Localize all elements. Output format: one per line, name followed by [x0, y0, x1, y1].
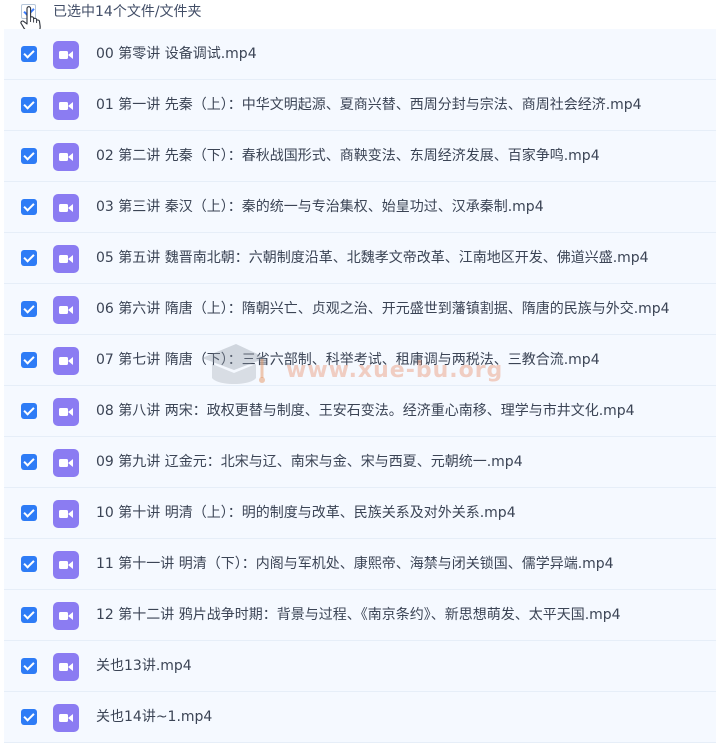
video-file-icon — [53, 398, 79, 426]
row-checkbox-checked[interactable] — [21, 556, 37, 572]
row-checkbox-checked[interactable] — [21, 454, 37, 470]
file-row[interactable]: 12 第十二讲 鸦片战争时期：背景与过程、《南京条约》、新思想萌发、太平天国.m… — [4, 590, 716, 641]
row-checkbox-checked[interactable] — [21, 199, 37, 215]
row-checkbox-checked[interactable] — [21, 505, 37, 521]
file-list: 00 第零讲 设备调试.mp4 01 第一讲 先秦（上）：中华文明起源、夏商兴替… — [0, 29, 721, 743]
file-name[interactable]: 07 第七讲 隋唐（下）：三省六部制、科举考试、租庸调与两税法、三教合流.mp4 — [96, 351, 600, 369]
file-row[interactable]: 07 第七讲 隋唐（下）：三省六部制、科举考试、租庸调与两税法、三教合流.mp4 — [4, 335, 716, 386]
video-file-icon — [53, 449, 79, 477]
file-name[interactable]: 01 第一讲 先秦（上）：中华文明起源、夏商兴替、西周分封与宗法、商周社会经济.… — [96, 96, 642, 114]
file-name[interactable]: 00 第零讲 设备调试.mp4 — [96, 45, 257, 63]
row-checkbox-checked[interactable] — [21, 46, 37, 62]
file-name[interactable]: 关也13讲.mp4 — [96, 657, 192, 675]
file-row[interactable]: 06 第六讲 隋唐（上）：隋朝兴亡、贞观之治、开元盛世到藩镇割据、隋唐的民族与外… — [4, 284, 716, 335]
video-file-icon — [53, 653, 79, 681]
file-row[interactable]: 关也14讲~1.mp4 — [4, 692, 716, 743]
selection-count-text: 已选中14个文件/文件夹 — [53, 4, 202, 20]
file-name[interactable]: 05 第五讲 魏晋南北朝：六朝制度沿革、北魏孝文帝改革、江南地区开发、佛道兴盛.… — [96, 249, 649, 267]
video-file-icon — [53, 245, 79, 273]
file-name[interactable]: 09 第九讲 辽金元：北宋与辽、南宋与金、宋与西夏、元朝统一.mp4 — [96, 453, 523, 471]
video-file-icon — [53, 41, 79, 69]
video-file-icon — [53, 602, 79, 630]
file-name[interactable]: 08 第八讲 两宋：政权更替与制度、王安石变法。经济重心南移、理学与市井文化.m… — [96, 402, 635, 420]
selection-header: 已选中14个文件/文件夹 — [0, 0, 721, 32]
row-checkbox-checked[interactable] — [21, 658, 37, 674]
row-checkbox-checked[interactable] — [21, 607, 37, 623]
file-row[interactable]: 05 第五讲 魏晋南北朝：六朝制度沿革、北魏孝文帝改革、江南地区开发、佛道兴盛.… — [4, 233, 716, 284]
file-name[interactable]: 关也14讲~1.mp4 — [96, 708, 212, 726]
video-file-icon — [53, 500, 79, 528]
file-row[interactable]: 11 第十一讲 明清（下）：内阁与军机处、康熙帝、海禁与闭关锁国、儒学异端.mp… — [4, 539, 716, 590]
file-name[interactable]: 10 第十讲 明清（上）：明的制度与改革、民族关系及对外关系.mp4 — [96, 504, 516, 522]
file-name[interactable]: 11 第十一讲 明清（下）：内阁与军机处、康熙帝、海禁与闭关锁国、儒学异端.mp… — [96, 555, 614, 573]
video-file-icon — [53, 296, 79, 324]
file-row[interactable]: 08 第八讲 两宋：政权更替与制度、王安石变法。经济重心南移、理学与市井文化.m… — [4, 386, 716, 437]
file-row[interactable]: 关也13讲.mp4 — [4, 641, 716, 692]
file-name[interactable]: 02 第二讲 先秦（下）：春秋战国形式、商鞅变法、东周经济发展、百家争鸣.mp4 — [96, 147, 600, 165]
file-row[interactable]: 02 第二讲 先秦（下）：春秋战国形式、商鞅变法、东周经济发展、百家争鸣.mp4 — [4, 131, 716, 182]
row-checkbox-checked[interactable] — [21, 403, 37, 419]
file-name[interactable]: 12 第十二讲 鸦片战争时期：背景与过程、《南京条约》、新思想萌发、太平天国.m… — [96, 606, 621, 624]
file-name[interactable]: 06 第六讲 隋唐（上）：隋朝兴亡、贞观之治、开元盛世到藩镇割据、隋唐的民族与外… — [96, 300, 670, 318]
video-file-icon — [53, 143, 79, 171]
file-selection-view: 已选中14个文件/文件夹 00 第零讲 设备调试.mp4 01 第一讲 先秦（上… — [0, 0, 721, 747]
video-file-icon — [53, 551, 79, 579]
file-row[interactable]: 00 第零讲 设备调试.mp4 — [4, 29, 716, 80]
file-row[interactable]: 09 第九讲 辽金元：北宋与辽、南宋与金、宋与西夏、元朝统一.mp4 — [4, 437, 716, 488]
row-checkbox-checked[interactable] — [21, 148, 37, 164]
row-checkbox-checked[interactable] — [21, 709, 37, 725]
file-row[interactable]: 03 第三讲 秦汉（上）：秦的统一与专治集权、始皇功过、汉承秦制.mp4 — [4, 182, 716, 233]
video-file-icon — [53, 704, 79, 732]
file-row[interactable]: 01 第一讲 先秦（上）：中华文明起源、夏商兴替、西周分封与宗法、商周社会经济.… — [4, 80, 716, 131]
row-checkbox-checked[interactable] — [21, 250, 37, 266]
video-file-icon — [53, 347, 79, 375]
video-file-icon — [53, 92, 79, 120]
file-name[interactable]: 03 第三讲 秦汉（上）：秦的统一与专治集权、始皇功过、汉承秦制.mp4 — [96, 198, 544, 216]
row-checkbox-checked[interactable] — [21, 352, 37, 368]
row-checkbox-checked[interactable] — [21, 97, 37, 113]
file-row[interactable]: 10 第十讲 明清（上）：明的制度与改革、民族关系及对外关系.mp4 — [4, 488, 716, 539]
row-checkbox-checked[interactable] — [21, 301, 37, 317]
video-file-icon — [53, 194, 79, 222]
